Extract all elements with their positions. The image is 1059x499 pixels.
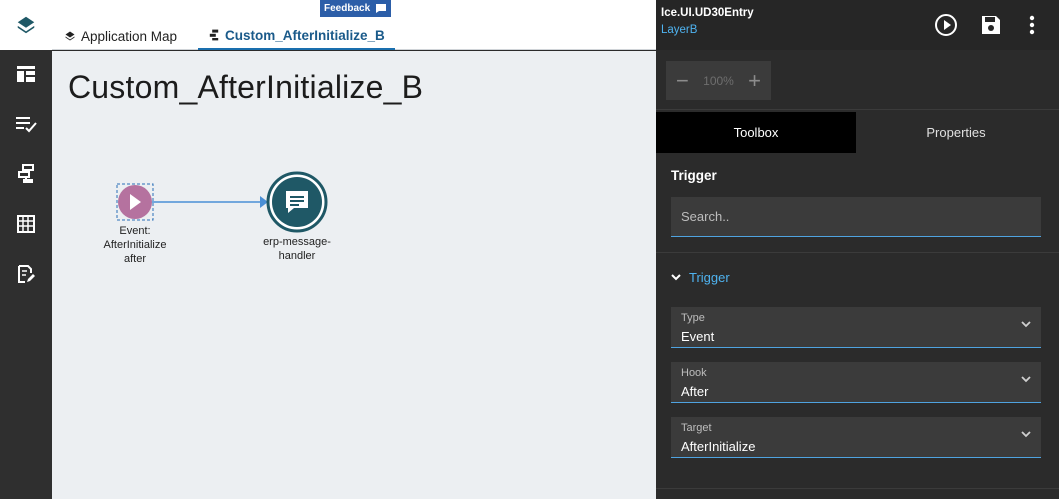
workflow-diagram bbox=[116, 171, 328, 233]
more-options-button[interactable] bbox=[1017, 10, 1047, 40]
chevron-down-icon bbox=[1021, 376, 1031, 383]
zoom-level: 100% bbox=[703, 73, 734, 88]
event-node-label: Event: AfterInitialize after bbox=[90, 224, 180, 266]
type-select[interactable]: Type Event bbox=[671, 307, 1041, 348]
zoom-in-button[interactable]: + bbox=[748, 69, 761, 91]
nav-item-edit-document[interactable] bbox=[0, 254, 52, 294]
field-label: Hook bbox=[681, 367, 707, 379]
app-logo[interactable] bbox=[0, 0, 52, 50]
field-value: Event bbox=[681, 329, 715, 344]
layer-link[interactable]: LayerB bbox=[661, 24, 697, 36]
chevron-down-icon bbox=[1021, 431, 1031, 438]
nav-item-workflow[interactable] bbox=[0, 154, 52, 194]
play-circle-icon bbox=[935, 14, 957, 36]
feedback-button[interactable]: Feedback bbox=[320, 0, 392, 17]
tab-properties[interactable]: Properties bbox=[856, 112, 1056, 153]
layout-icon bbox=[17, 66, 35, 82]
divider bbox=[656, 488, 1059, 489]
search-input[interactable]: Search.. bbox=[671, 197, 1041, 237]
panel-tabs: Toolbox Properties bbox=[656, 112, 1059, 153]
run-button[interactable] bbox=[931, 10, 961, 40]
zoom-toolbar: − 100% + bbox=[656, 50, 1059, 110]
message-node-label-line: handler bbox=[278, 250, 316, 262]
target-select[interactable]: Target AfterInitialize bbox=[671, 417, 1041, 458]
field-label: Type bbox=[681, 312, 705, 324]
chevron-down-icon bbox=[671, 274, 681, 281]
zoom-control: − 100% + bbox=[666, 61, 771, 100]
nav-item-grid[interactable] bbox=[0, 204, 52, 244]
tab-label: Application Map bbox=[81, 28, 178, 44]
grid-icon bbox=[17, 215, 35, 233]
nav-item-checklist[interactable] bbox=[0, 104, 52, 144]
message-handler-node[interactable] bbox=[266, 171, 328, 233]
tab-label: Custom_AfterInitialize_B bbox=[225, 27, 385, 43]
field-label: Target bbox=[681, 422, 712, 434]
divider bbox=[656, 252, 1059, 253]
panel-header: Ice.UI.UD30Entry LayerB bbox=[656, 0, 1059, 50]
tab-custom-afterinitialize-b[interactable]: Custom_AfterInitialize_B bbox=[198, 22, 395, 50]
tab-bar: Feedback Application Map Custom_AfterIni… bbox=[52, 0, 656, 50]
event-node-label-line: Event: bbox=[119, 225, 151, 237]
field-value: After bbox=[681, 384, 709, 399]
workflow-icon bbox=[18, 164, 34, 183]
feedback-label: Feedback bbox=[324, 3, 371, 14]
nav-item-layout[interactable] bbox=[0, 54, 52, 94]
checklist-icon bbox=[16, 117, 37, 133]
chevron-down-icon bbox=[1021, 321, 1031, 328]
field-value: AfterInitialize bbox=[681, 439, 756, 454]
layers-icon bbox=[17, 16, 35, 34]
tab-application-map[interactable]: Application Map bbox=[54, 22, 187, 50]
trigger-section-toggle[interactable]: Trigger bbox=[671, 270, 730, 285]
edit-document-icon bbox=[18, 265, 35, 283]
tab-toolbox[interactable]: Toolbox bbox=[656, 112, 856, 153]
save-icon bbox=[982, 16, 1000, 34]
event-node-label-line: AfterInitialize bbox=[103, 239, 167, 251]
message-node-label-line: erp-message- bbox=[263, 236, 331, 248]
event-node-label-line: after bbox=[123, 253, 146, 265]
workflow-icon bbox=[209, 29, 219, 41]
entry-name: Ice.UI.UD30Entry bbox=[661, 7, 754, 19]
save-button[interactable] bbox=[976, 10, 1006, 40]
collapse-label: Trigger bbox=[689, 270, 730, 285]
workflow-canvas[interactable]: Custom_AfterInitialize_B Event: AfterIni… bbox=[52, 51, 656, 499]
hook-select[interactable]: Hook After bbox=[671, 362, 1041, 403]
section-title: Trigger bbox=[671, 168, 717, 183]
more-vertical-icon bbox=[1029, 15, 1035, 35]
zoom-out-button[interactable]: − bbox=[676, 69, 689, 91]
comment-icon bbox=[376, 4, 387, 13]
layers-icon bbox=[65, 31, 75, 41]
message-node-label: erp-message- handler bbox=[252, 235, 342, 263]
nav-rail bbox=[0, 0, 52, 499]
event-node[interactable] bbox=[118, 185, 152, 219]
properties-panel: Ice.UI.UD30Entry LayerB − 100% + Toolbox… bbox=[656, 0, 1059, 499]
